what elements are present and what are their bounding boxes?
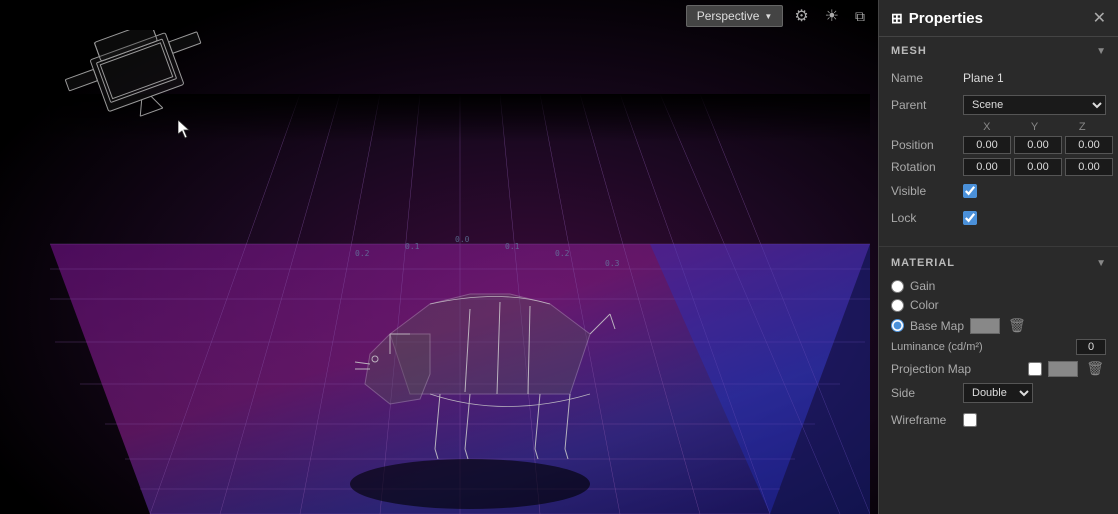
wireframe-checkbox[interactable]: [963, 413, 977, 427]
rotation-label: Rotation: [891, 160, 963, 174]
svg-text:0.1: 0.1: [505, 242, 520, 251]
position-z-input[interactable]: [1065, 136, 1113, 154]
mesh-section-content: Name Plane 1 Parent Scene X Y Z Position…: [879, 63, 1118, 244]
position-row: Position: [891, 136, 1106, 154]
dropdown-arrow-icon: ▼: [764, 12, 772, 21]
settings-button[interactable]: ⚙: [789, 4, 813, 28]
projection-label: Projection Map: [891, 362, 1022, 376]
projection-checkbox[interactable]: [1028, 362, 1042, 376]
position-y-input[interactable]: [1014, 136, 1062, 154]
name-value: Plane 1: [963, 71, 1106, 85]
material-section-header[interactable]: MATERIAL ▼: [879, 249, 1118, 275]
perspective-button[interactable]: Perspective ▼: [686, 5, 784, 27]
rotation-x-input[interactable]: [963, 158, 1011, 176]
parent-select[interactable]: Scene: [963, 95, 1106, 115]
projection-delete-button[interactable]: 🗑: [1084, 360, 1106, 377]
color-radio[interactable]: [891, 299, 904, 312]
sun-button[interactable]: ☀: [820, 4, 844, 28]
projection-swatch[interactable]: [1048, 361, 1078, 377]
rotation-y-input[interactable]: [1014, 158, 1062, 176]
mini-viewport-object: [10, 30, 210, 180]
layers-button[interactable]: ⧉: [850, 6, 870, 27]
viewport[interactable]: 0.0 0.1 0.2 0.3 0.1 0.2: [0, 0, 878, 514]
lock-row: Lock: [891, 207, 1106, 229]
perspective-label: Perspective: [697, 9, 760, 23]
mesh-section-header[interactable]: MESH ▼: [879, 37, 1118, 63]
xyz-header-row: X Y Z: [891, 121, 1106, 133]
side-row: Side Single Double Both: [891, 382, 1106, 404]
viewport-toolbar: Perspective ▼ ⚙ ☀ ⧉: [0, 0, 878, 32]
wireframe-label: Wireframe: [891, 413, 963, 427]
panel-close-button[interactable]: ✕: [1093, 8, 1106, 28]
svg-text:0.1: 0.1: [405, 242, 420, 251]
mesh-collapse-icon: ▼: [1096, 46, 1106, 57]
z-axis-label: Z: [1058, 121, 1106, 133]
basemap-radio[interactable]: [891, 319, 904, 332]
gain-label: Gain: [910, 279, 935, 293]
side-label: Side: [891, 386, 963, 400]
parent-property-row: Parent Scene: [891, 94, 1106, 116]
gain-radio[interactable]: [891, 280, 904, 293]
panel-title-text: Properties: [909, 10, 983, 27]
parent-label: Parent: [891, 98, 963, 112]
basemap-swatch[interactable]: [970, 318, 1000, 334]
luminance-row: Luminance (cd/m²): [891, 339, 1106, 355]
gear-icon: ⚙: [794, 6, 808, 26]
properties-icon: ⊞: [891, 10, 903, 27]
gain-row: Gain: [891, 279, 1106, 293]
side-select[interactable]: Single Double Both: [963, 383, 1033, 403]
rotation-row: Rotation: [891, 158, 1106, 176]
svg-text:0.2: 0.2: [555, 249, 570, 258]
color-row: Color: [891, 298, 1106, 312]
properties-panel: ⊞ Properties ✕ MESH ▼ Name Plane 1 Paren…: [878, 0, 1118, 514]
x-axis-label: X: [963, 121, 1011, 133]
projection-map-row: Projection Map 🗑: [891, 360, 1106, 377]
material-collapse-icon: ▼: [1096, 258, 1106, 269]
name-label: Name: [891, 71, 963, 85]
basemap-delete-button[interactable]: 🗑: [1006, 317, 1028, 334]
visible-row: Visible: [891, 180, 1106, 202]
material-section-content: Gain Color Base Map 🗑 Luminance (cd/m²) …: [879, 275, 1118, 446]
basemap-label: Base Map: [910, 319, 964, 333]
y-axis-label: Y: [1011, 121, 1059, 133]
color-label: Color: [910, 298, 939, 312]
material-section-title: MATERIAL: [891, 257, 955, 269]
svg-text:0.0: 0.0: [455, 235, 470, 244]
svg-text:0.3: 0.3: [605, 259, 620, 268]
luminance-input[interactable]: [1076, 339, 1106, 355]
rotation-z-input[interactable]: [1065, 158, 1113, 176]
panel-header: ⊞ Properties ✕: [879, 0, 1118, 37]
position-label: Position: [891, 138, 963, 152]
layers-icon: ⧉: [855, 8, 865, 25]
svg-text:0.2: 0.2: [355, 249, 370, 258]
name-property-row: Name Plane 1: [891, 67, 1106, 89]
basemap-row: Base Map 🗑: [891, 317, 1106, 334]
lock-checkbox[interactable]: [963, 211, 977, 225]
wireframe-row: Wireframe: [891, 409, 1106, 431]
position-x-input[interactable]: [963, 136, 1011, 154]
panel-title: ⊞ Properties: [891, 10, 983, 27]
visible-checkbox[interactable]: [963, 184, 977, 198]
mesh-section-title: MESH: [891, 45, 927, 57]
luminance-label: Luminance (cd/m²): [891, 341, 1070, 353]
sun-icon: ☀: [825, 6, 839, 26]
visible-label: Visible: [891, 184, 963, 198]
lock-label: Lock: [891, 211, 963, 225]
